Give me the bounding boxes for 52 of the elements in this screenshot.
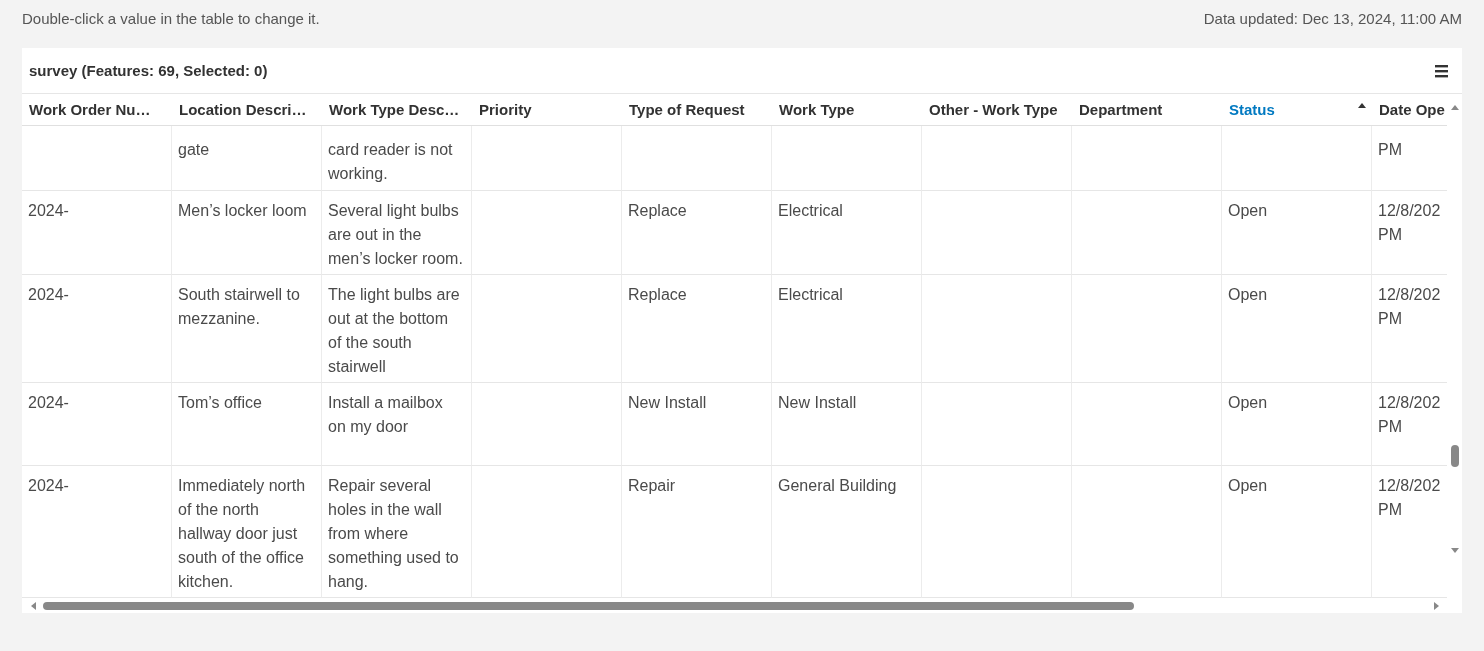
table-title: survey (Features: 69, Selected: 0) [29, 62, 268, 79]
table-cell: Several light bulbs are out in the men’s locker room. [322, 191, 472, 275]
column-header[interactable]: Location Descri… [172, 94, 322, 126]
table-cell: South stairwell to mezzanine. [172, 275, 322, 383]
column-header[interactable]: Type of Request [622, 94, 772, 126]
scroll-down-icon[interactable] [1449, 547, 1460, 554]
table-cell: card reader is not working. [322, 126, 472, 191]
table-cell: 2024- [22, 466, 172, 598]
table-cell: Open [1222, 275, 1372, 383]
scroll-up-icon[interactable] [1449, 104, 1460, 111]
table-cell: General Building [772, 466, 922, 598]
table-cell: Immediately north of the north hallway door just south of the office kitchen. [172, 466, 322, 598]
table-cell: Replace [622, 191, 772, 275]
column-header[interactable]: Work Order Nu… [22, 94, 172, 126]
table-cell: PM [1372, 126, 1447, 191]
menu-icon [1435, 63, 1448, 78]
table-cell: Men’s locker loom [172, 191, 322, 275]
table-cell: gate [172, 126, 322, 191]
scroll-thumb[interactable] [43, 601, 1134, 610]
table-cell: Tom’s office [172, 383, 322, 466]
table-cell: Electrical [772, 275, 922, 383]
table-cell: 12/8/202 PM [1372, 466, 1447, 598]
table-cell: 2024- [22, 191, 172, 275]
table-cell: 12/8/202 PM [1372, 275, 1447, 383]
table-cell: New Install [772, 383, 922, 466]
table-cell: 2024- [22, 383, 172, 466]
column-header[interactable]: Date Ope [1372, 94, 1447, 126]
table-cell: Open [1222, 466, 1372, 598]
data-updated-text: Data updated: Dec 13, 2024, 11:00 AM [1203, 10, 1462, 29]
table-cell: New Install [622, 383, 772, 466]
column-header[interactable]: Work Type [772, 94, 922, 126]
table-cell: Open [1222, 191, 1372, 275]
sort-ascending-icon [1358, 103, 1366, 108]
column-header[interactable]: Status [1222, 94, 1372, 126]
column-header[interactable]: Other - Work Type [922, 94, 1072, 126]
column-header[interactable]: Priority [472, 94, 622, 126]
column-header[interactable]: Work Type Desc… [322, 94, 472, 126]
table-cell: Repair several holes in the wall from where something used to hang. [322, 466, 472, 598]
scroll-right-icon[interactable] [1433, 600, 1440, 611]
table-cell: 2024- [22, 275, 172, 383]
table-cell: Replace [622, 275, 772, 383]
scroll-left-icon[interactable] [30, 600, 37, 611]
table-cell: 12/8/202 PM [1372, 383, 1447, 466]
instruction-text: Double-click a value in the table to change it. [22, 10, 320, 29]
table-cell: Install a mailbox on my door [322, 383, 472, 466]
column-header[interactable]: Department [1072, 94, 1222, 126]
table-cell: Electrical [772, 191, 922, 275]
table-cell: Repair [622, 466, 772, 598]
table-cell: Open [1222, 383, 1372, 466]
table-cell: The light bulbs are out at the bottom of the south stairwell [322, 275, 472, 383]
table-cell: 12/8/202 PM [1372, 191, 1447, 275]
scroll-thumb[interactable] [1450, 445, 1459, 467]
